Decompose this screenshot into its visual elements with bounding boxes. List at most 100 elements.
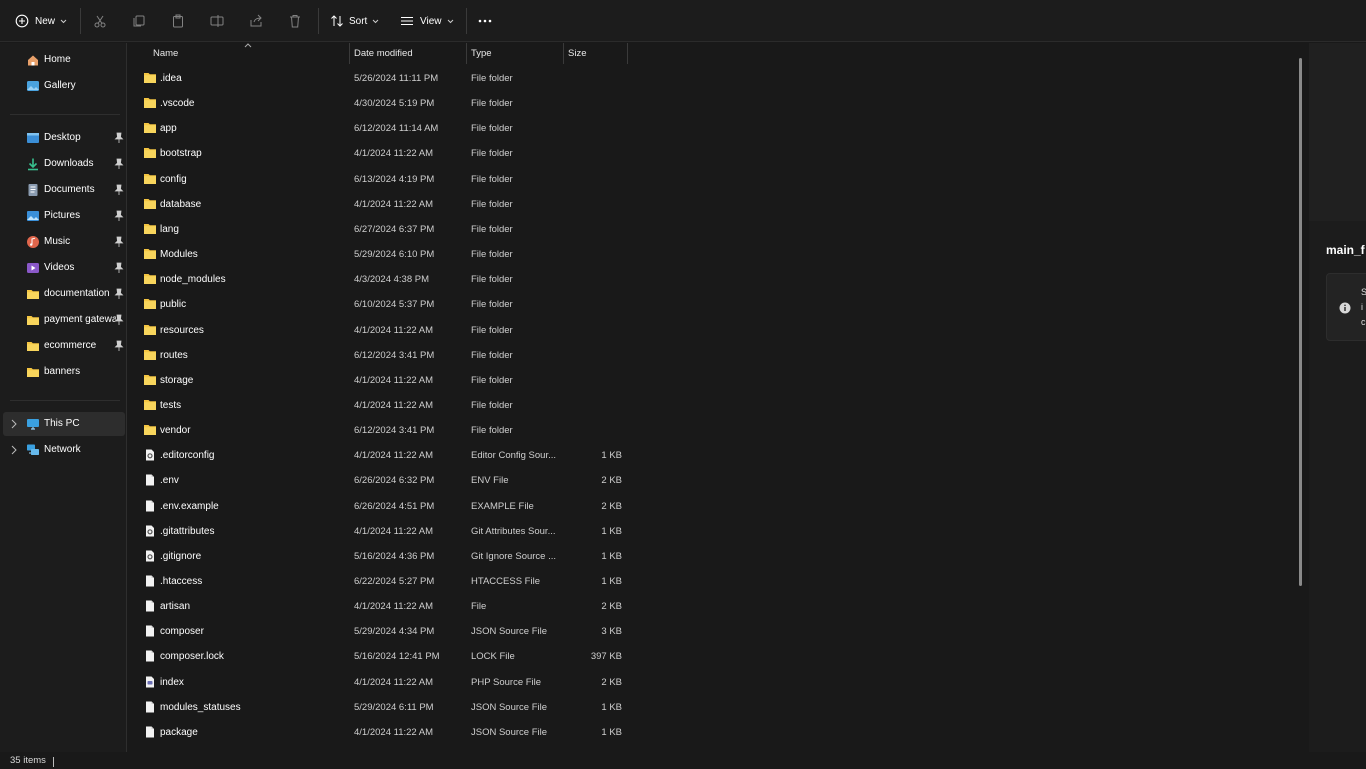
sidebar-item-gallery[interactable]: Gallery [3,74,125,98]
table-row[interactable]: vendor 6/12/2024 3:41 PM File folder [128,418,628,443]
file-date-modified: 6/12/2024 3:41 PM [354,425,435,437]
file-date-modified: 4/30/2024 5:19 PM [354,98,435,110]
sort-button[interactable]: Sort [330,10,379,32]
sidebar-item-documentation[interactable]: documentation [3,282,125,306]
column-divider[interactable] [563,43,564,64]
table-row[interactable]: artisan 4/1/2024 11:22 AM File 2 KB [128,594,628,619]
column-header-name[interactable]: Name [153,43,178,64]
file-name: .idea [160,73,182,84]
sidebar-item-downloads[interactable]: Downloads [3,152,125,176]
table-row[interactable]: .gitignore 5/16/2024 4:36 PM Git Ignore So… [128,544,628,569]
column-divider[interactable] [349,43,350,64]
table-row[interactable]: lang 6/27/2024 6:37 PM File folder [128,217,628,242]
sidebar-item-network[interactable]: Network [3,438,125,462]
file-icon [146,625,154,637]
file-list: Name Date modified Type Size .idea 5/26/2… [128,43,1308,752]
cut-button[interactable] [93,10,107,32]
rename-button[interactable] [210,10,224,32]
table-row[interactable]: bootstrap 4/1/2024 11:22 AM File folder [128,141,628,166]
file-type: File folder [471,123,513,135]
sidebar-item-home[interactable]: Home [3,48,125,72]
column-divider[interactable] [627,43,628,64]
table-row[interactable]: .editorconfig 4/1/2024 11:22 AM Editor Con… [128,443,628,468]
table-row[interactable]: .vscode 4/30/2024 5:19 PM File folder [128,91,628,116]
file-name: package [160,726,198,738]
pin-icon [114,314,124,325]
table-row[interactable]: index 4/1/2024 11:22 AM PHP Source File 2 K… [128,670,628,695]
table-row[interactable]: routes 6/12/2024 3:41 PM File folder [128,343,628,368]
file-date-modified: 4/1/2024 11:22 AM [354,324,434,336]
table-row[interactable]: .idea 5/26/2024 11:11 PM File folder [128,66,628,91]
folder-icon [144,299,156,310]
sidebar-item-documents[interactable]: Documents [3,178,125,202]
sidebar-item-banners[interactable]: banners [3,360,125,384]
table-row[interactable]: app 6/12/2024 11:14 AM File folder [128,116,628,141]
table-row[interactable]: storage 4/1/2024 11:22 AM File folder [128,368,628,393]
column-divider[interactable] [466,43,467,64]
sidebar-item-payment-gateway[interactable]: payment gatewa [3,308,125,332]
sidebar-item-this-pc[interactable]: This PC [3,412,125,436]
table-row[interactable]: database 4/1/2024 11:22 AM File folder [128,192,628,217]
file-date-modified: 6/26/2024 4:51 PM [354,500,435,512]
table-row[interactable]: config 6/13/2024 4:19 PM File folder [128,167,628,192]
new-button[interactable]: New [15,10,67,32]
file-size: 2 KB [601,500,622,512]
table-row[interactable]: .htaccess 6/22/2024 5:27 PM HTACCESS File 1… [128,569,628,594]
table-row[interactable]: .gitattributes 4/1/2024 11:22 AM Git Attri… [128,519,628,544]
more-options-button[interactable] [477,10,493,32]
table-row[interactable]: node_modules 4/3/2024 4:38 PM File folder [128,267,628,292]
file-icon [146,500,154,512]
file-name: storage [160,374,194,386]
file-size: 1 KB [601,525,622,537]
table-row[interactable]: composer.lock 5/16/2024 12:41 PM LOCK File… [128,644,628,669]
sort-ascending-icon [244,43,252,48]
file-name: .htaccess [160,576,203,587]
table-row[interactable]: package 4/1/2024 11:22 AM JSON Source File… [128,720,628,745]
file-name: database [160,198,202,210]
table-row[interactable]: tests 4/1/2024 11:22 AM File folder [128,393,628,418]
column-header-size[interactable]: Size [568,43,586,64]
vertical-scrollbar[interactable] [1299,58,1302,586]
file-type: JSON Source File [471,626,548,638]
sidebar-item-ecommerce[interactable]: ecommerce [3,334,125,358]
table-row[interactable]: resources 4/1/2024 11:22 AM File folder [128,318,628,343]
table-row[interactable]: .env 6/26/2024 6:32 PM ENV File 2 KB [128,468,628,493]
file-type: PHP Source File [471,676,542,688]
sidebar-item-label: Pictures [44,210,81,221]
file-date-modified: 5/26/2024 11:11 PM [354,73,439,84]
chevron-right-icon[interactable] [10,419,18,429]
column-header-type[interactable]: Type [471,43,492,64]
table-row[interactable]: .env.example 6/26/2024 4:51 PM EXAMPLE Fil… [128,494,628,519]
file-date-modified: 5/16/2024 12:41 PM [354,651,440,663]
share-button[interactable] [249,10,263,32]
column-header-date-modified[interactable]: Date modified [354,43,413,64]
file-name: .gitattributes [160,525,215,537]
view-button[interactable]: View [400,10,454,32]
table-row[interactable]: Modules 5/29/2024 6:10 PM File folder [128,242,628,267]
paste-button[interactable] [171,10,185,32]
sort-button-label: Sort [349,15,368,27]
table-row[interactable]: public 6/10/2024 5:37 PM File folder [128,292,628,317]
file-name: artisan [160,601,191,613]
file-date-modified: 4/1/2024 11:22 AM [354,374,434,386]
pin-icon [114,184,124,195]
sidebar-item-videos[interactable]: Videos [3,256,125,280]
gallery-icon [27,81,39,91]
copy-button[interactable] [132,10,146,32]
sidebar-item-pictures[interactable]: Pictures [3,204,125,228]
details-text: S [1361,287,1366,297]
table-row[interactable]: modules_statuses 5/29/2024 6:11 PM JSON So… [128,695,628,720]
file-name: vendor [160,425,191,437]
file-date-modified: 5/16/2024 4:36 PM [354,550,435,562]
table-row[interactable]: composer 5/29/2024 4:34 PM JSON Source Fil… [128,619,628,644]
file-name: .editorconfig [160,450,215,462]
php-file-icon [146,676,154,688]
chevron-right-icon[interactable] [10,445,18,455]
details-pane: main_f S i c [1309,43,1366,752]
file-type: File folder [471,374,513,386]
sidebar-item-music[interactable]: Music [3,230,125,254]
file-name: tests [160,399,182,411]
delete-button[interactable] [288,10,302,32]
file-name: .env [160,475,179,487]
sidebar-item-desktop[interactable]: Desktop [3,126,125,150]
